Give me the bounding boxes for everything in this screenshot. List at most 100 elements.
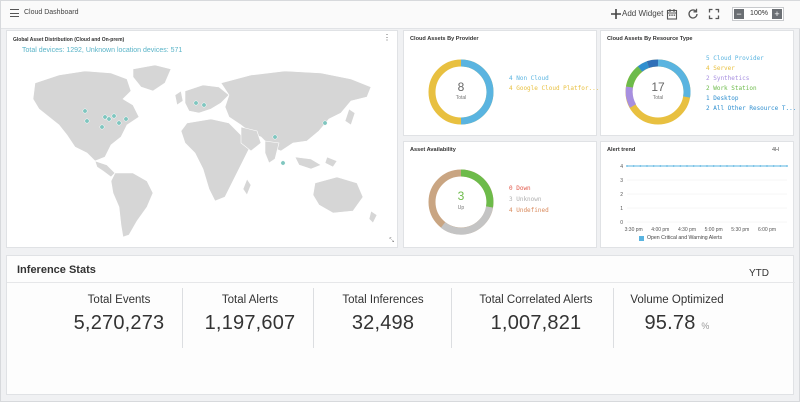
map-widget: Global Asset Distribution (Cloud and On-… [6, 30, 398, 248]
stat-label: Total Correlated Alerts [479, 294, 593, 306]
widget-menu-icon[interactable]: ⋮ [383, 33, 391, 42]
divider [451, 288, 452, 348]
availability-total-label: Up [457, 205, 465, 211]
stat-label: Total Events [87, 294, 151, 306]
resource-legend-item[interactable]: 2 Work Station [706, 85, 757, 92]
resource-legend-item[interactable]: 1 Desktop [706, 95, 739, 102]
y-tick-label: 1 [620, 206, 623, 212]
y-tick-label: 2 [620, 192, 623, 198]
stat-label: Total Alerts [221, 294, 279, 306]
data-point [686, 165, 688, 167]
data-point [639, 165, 642, 167]
divider [613, 288, 614, 348]
stat-value: 1,007,821 [490, 312, 582, 334]
provider-legend-item[interactable]: 4 Non Cloud [509, 75, 549, 82]
data-point [739, 165, 742, 167]
period-selector[interactable]: YTD [749, 268, 769, 279]
alert-trend-widget: Alert trend 4H 0 1 2 3 4 3:30 pm 4:00 pm 4:30 p… [600, 141, 794, 248]
data-point [732, 165, 735, 167]
stat-total-alerts: Total Alerts 1,197,607 [189, 294, 311, 335]
stat-value: 32,498 [351, 312, 415, 334]
stat-volume-optimized: Volume Optimized 95.78 % [617, 294, 737, 335]
divider [7, 282, 795, 283]
x-tick-label: 4:30 pm [678, 227, 696, 233]
data-point [786, 165, 788, 167]
inference-title: Inference Stats [17, 264, 96, 276]
availability-legend-item[interactable]: 4 Undefined [509, 207, 549, 214]
alert-trend-range[interactable]: 4H [772, 147, 779, 153]
data-point [699, 165, 702, 167]
availability-total: 3 [457, 189, 465, 203]
resize-handle-icon[interactable]: ⤡ [389, 238, 394, 245]
provider-legend-item[interactable]: 4 Google Cloud Platfor... [509, 85, 599, 92]
plus-icon[interactable] [610, 8, 622, 20]
data-point [772, 165, 775, 167]
data-point [652, 165, 655, 167]
divider [313, 288, 314, 348]
resource-widget: Cloud Assets By Resource Type 17 Total 5… [600, 30, 796, 136]
zoom-control: − 100% + [732, 7, 784, 21]
resource-legend-item[interactable]: 5 Cloud Provider [706, 55, 764, 62]
data-point [746, 165, 748, 167]
x-tick-label: 6:00 pm [758, 227, 776, 233]
y-tick-label: 0 [620, 220, 623, 226]
data-point [666, 165, 668, 167]
stat-value: 95.78 % [644, 312, 710, 334]
data-point [759, 165, 762, 167]
availability-legend-item[interactable]: 3 Unknown [509, 196, 542, 203]
stat-label: Volume Optimized [630, 294, 724, 306]
world-map[interactable] [15, 61, 391, 241]
x-tick-label: 5:00 pm [705, 227, 723, 233]
data-point [692, 165, 695, 167]
stat-value: 5,270,273 [73, 312, 165, 334]
data-point [719, 165, 722, 167]
resource-title: Cloud Assets By Resource Type [607, 36, 693, 42]
resource-total-label: Total [652, 95, 664, 101]
data-point [626, 165, 628, 167]
data-point [706, 165, 708, 167]
alert-trend-chart[interactable]: 0 1 2 3 4 3:30 pm 4:00 pm 4:30 pm 5:00 pm 5:30 pm… [601, 156, 795, 236]
provider-total-label: Total [455, 95, 467, 101]
data-point [659, 165, 662, 167]
availability-legend-item[interactable]: 0 Down [509, 185, 531, 192]
data-point [632, 165, 635, 167]
calendar-icon[interactable] [666, 8, 678, 20]
alert-trend-title: Alert trend [607, 147, 636, 153]
stat-total-events: Total Events 5,270,273 [59, 294, 179, 335]
provider-title: Cloud Assets By Provider [410, 36, 479, 42]
inference-stats-panel: Inference Stats YTD Total Events 5,270,2… [6, 255, 795, 395]
refresh-icon[interactable] [687, 8, 699, 20]
dashboard-frame: Cloud Dashboard Add Widget − 100% + Glob… [0, 0, 800, 402]
data-point [679, 165, 682, 167]
resource-legend-item[interactable]: 2 Synthetics [706, 75, 749, 82]
zoom-out-button[interactable]: − [734, 9, 744, 19]
y-tick-label: 4 [620, 164, 623, 170]
resource-legend-item[interactable]: 2 All Other Resource T... [706, 105, 796, 112]
top-bar: Cloud Dashboard Add Widget − 100% + [1, 1, 800, 29]
app-title: Cloud Dashboard [24, 9, 79, 16]
stat-value: 1,197,607 [204, 312, 296, 334]
data-point [726, 165, 728, 167]
alert-trend-legend[interactable]: Open Critical and Warning Alerts [647, 235, 722, 241]
data-point [766, 165, 768, 167]
zoom-in-button[interactable]: + [772, 9, 782, 19]
x-tick-label: 4:00 pm [651, 227, 669, 233]
data-point [672, 165, 675, 167]
stat-unit: % [701, 321, 710, 331]
map-title: Global Asset Distribution (Cloud and On-… [13, 37, 125, 43]
y-tick-label: 3 [620, 178, 623, 184]
x-tick-label: 3:30 pm [625, 227, 643, 233]
resource-legend-item[interactable]: 4 Server [706, 65, 735, 72]
stat-label: Total Inferences [342, 294, 424, 306]
provider-widget: Cloud Assets By Provider 8 Total 4 Non C… [403, 30, 599, 136]
resource-total: 17 [651, 80, 665, 94]
provider-total: 8 [457, 80, 465, 94]
map-summary: Total devices: 1292, Unknown location de… [22, 47, 183, 54]
data-point [752, 165, 755, 167]
menu-icon[interactable] [10, 9, 19, 17]
legend-swatch [639, 236, 644, 241]
x-tick-label: 5:30 pm [731, 227, 749, 233]
fullscreen-icon[interactable] [708, 8, 720, 20]
stat-total-inferences: Total Inferences 32,498 [319, 294, 447, 335]
add-widget-button[interactable]: Add Widget [622, 9, 663, 18]
